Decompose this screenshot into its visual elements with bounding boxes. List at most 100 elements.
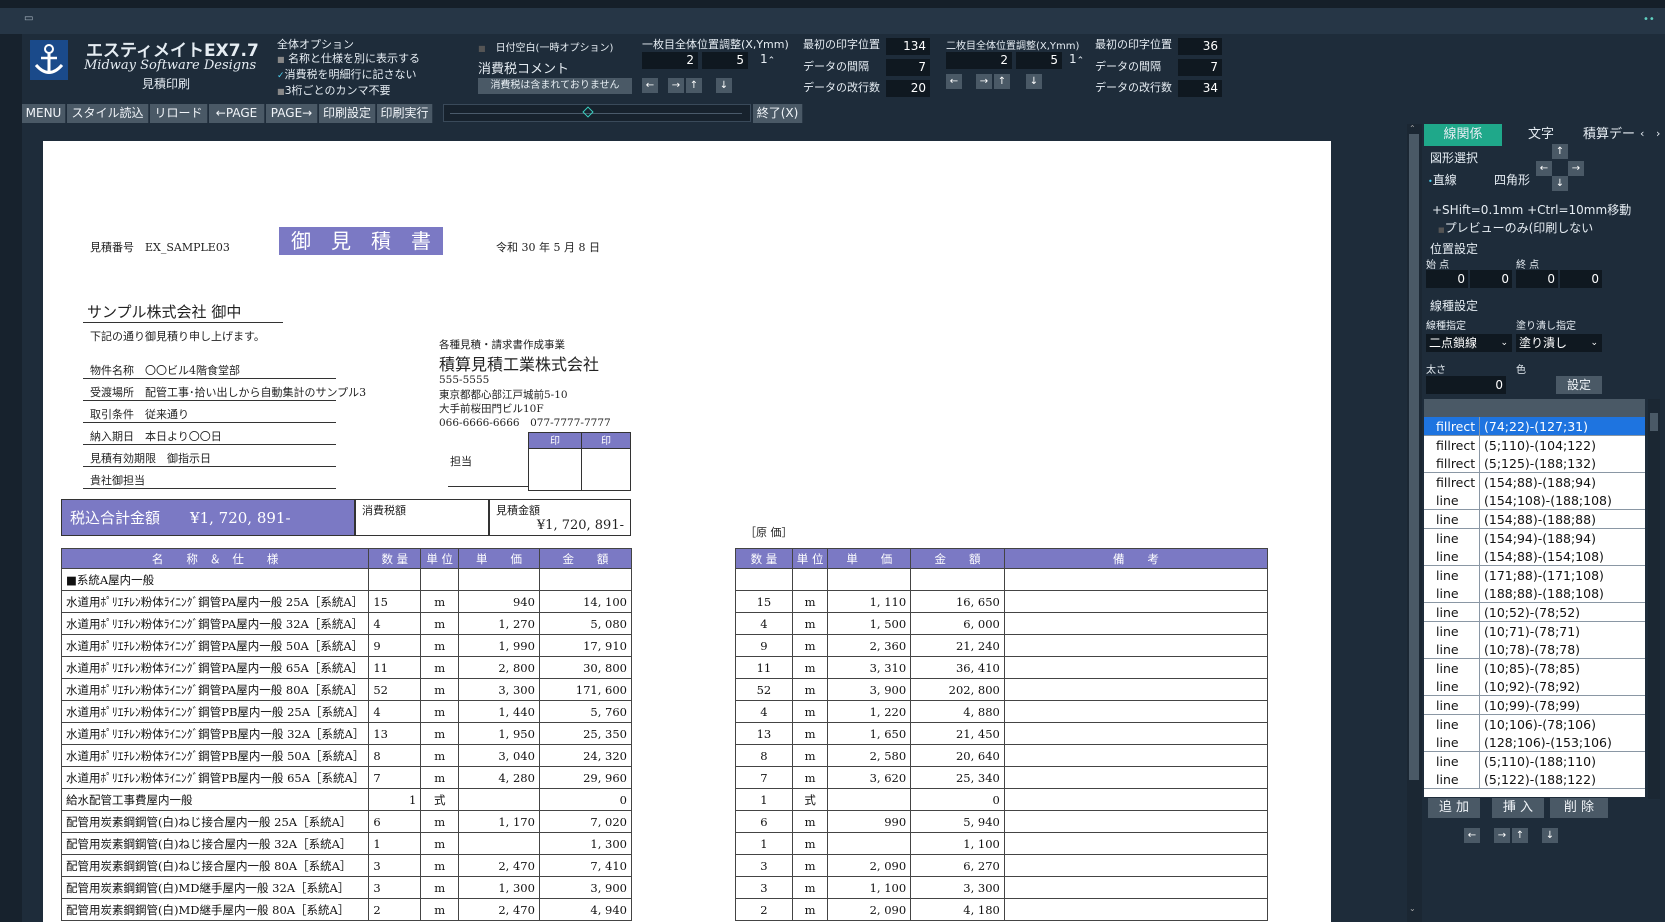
print-execute-button[interactable]: 印刷実行 — [377, 104, 433, 123]
thickness-input[interactable]: 0 — [1426, 376, 1506, 394]
add-button[interactable]: 追 加 — [1428, 798, 1480, 818]
cell-unit: m — [420, 722, 460, 745]
delete-button[interactable]: 削 除 — [1550, 798, 1608, 818]
table-row: 2 m 2, 090 4, 180 — [735, 898, 1269, 921]
page2-x-input[interactable]: 2 — [946, 52, 1012, 69]
list-item[interactable]: line (10;78)-(78;78) — [1424, 640, 1645, 660]
list-left-arrow[interactable]: ← — [1464, 828, 1480, 843]
end-x-input[interactable]: 0 — [1516, 270, 1558, 288]
option-tax-line[interactable]: ✓消費税を明細行に記さない — [277, 66, 417, 82]
page2-spin[interactable]: 1⌃ — [1069, 52, 1084, 66]
scroll-thumb[interactable] — [1409, 134, 1419, 780]
list-item[interactable]: line (154;88)-(188;88) — [1424, 510, 1645, 529]
window-icon[interactable]: ▭ — [24, 13, 33, 24]
list-up-arrow[interactable]: ↑ — [1512, 828, 1528, 843]
list-item[interactable]: line (10;99)-(78;99) — [1424, 696, 1645, 715]
next-page-button[interactable]: PAGE→ — [266, 104, 318, 123]
stamp-box-2 — [581, 448, 631, 491]
list-item[interactable]: fillrect (74;22)-(127;31) — [1424, 417, 1645, 436]
list-item[interactable]: line (10;85)-(78;85) — [1424, 658, 1645, 678]
fill-select[interactable]: 塗り潰し ⌄ — [1516, 334, 1602, 352]
list-item[interactable]: line (10;106)-(78;106) — [1424, 714, 1645, 734]
exit-button[interactable]: 終了(X) — [753, 104, 803, 123]
cell-cprice — [827, 832, 912, 855]
list-item[interactable]: line (154;94)-(188;94) — [1424, 528, 1645, 548]
data-interval-input-2[interactable]: 7 — [1178, 59, 1222, 76]
reload-button[interactable]: リロード — [150, 104, 208, 123]
list-scrollbar[interactable] — [1648, 399, 1660, 799]
page2-down-arrow[interactable]: ↓ — [1026, 74, 1042, 89]
tab-estimate-data[interactable]: 積算デー — [1580, 124, 1638, 146]
list-item[interactable]: line (5;110)-(188;110) — [1424, 751, 1645, 771]
list-item[interactable]: line (10;92)-(78;92) — [1424, 677, 1645, 697]
page2-right-arrow[interactable]: → — [976, 74, 992, 89]
data-interval-input-1[interactable]: 7 — [886, 59, 930, 76]
shape-right-arrow[interactable]: → — [1568, 161, 1584, 176]
prev-page-button[interactable]: ←PAGE — [209, 104, 265, 123]
page1-spin[interactable]: 1⌃ — [760, 52, 775, 66]
shape-rect-radio[interactable]: 四角形 — [1494, 171, 1530, 188]
shape-line-radio[interactable]: •直線 — [1428, 171, 1457, 188]
scroll-down-icon[interactable]: ⌄ — [1409, 904, 1416, 913]
cell-cprice: 2, 090 — [827, 898, 912, 921]
linetype-select[interactable]: 二点鎖線 ⌄ — [1426, 334, 1512, 352]
list-down-arrow[interactable]: ↓ — [1542, 828, 1558, 843]
shape-left-arrow[interactable]: ← — [1536, 161, 1552, 176]
list-item[interactable]: line (128;106)-(153;106) — [1424, 733, 1645, 753]
date-blank-option[interactable]: ■ 日付空白(一時オプション) — [478, 39, 613, 54]
list-item[interactable]: fillrect (5;110)-(104;122) — [1424, 435, 1645, 455]
insert-button[interactable]: 挿 入 — [1492, 798, 1544, 818]
shape-up-arrow[interactable]: ↑ — [1552, 144, 1568, 159]
start-y-input[interactable]: 0 — [1470, 270, 1512, 288]
list-item[interactable]: fillrect (5;125)-(188;132) — [1424, 454, 1645, 474]
end-y-input[interactable]: 0 — [1560, 270, 1602, 288]
page1-up-arrow[interactable]: ↑ — [686, 78, 702, 93]
first-print-pos-input-1[interactable]: 134 — [886, 38, 930, 55]
first-print-pos-input-2[interactable]: 36 — [1178, 38, 1222, 55]
page1-x-input[interactable]: 2 — [642, 52, 698, 69]
shape-list[interactable]: fillrect (74;22)-(127;31) fillrect (5;110)-… — [1424, 417, 1645, 797]
data-lines-input-1[interactable]: 20 — [886, 80, 930, 97]
option-separate[interactable]: ■ 名称と仕様を別に表示する — [277, 50, 420, 66]
list-item[interactable]: line (171;88)-(171;108) — [1424, 565, 1645, 585]
tab-scroll-left-icon[interactable]: ‹ — [1640, 127, 1644, 140]
list-item[interactable]: fillrect (154;88)-(188;94) — [1424, 472, 1645, 492]
option-comma[interactable]: ■3桁ごとのカンマ不要 — [277, 82, 390, 98]
stamp-label-1: 印 — [528, 432, 582, 449]
menu-button[interactable]: MENU — [22, 104, 66, 123]
list-item[interactable]: line (188;88)-(188;108) — [1424, 584, 1645, 604]
list-scroll-thumb[interactable] — [1650, 413, 1658, 431]
print-settings-button[interactable]: 印刷設定 — [319, 104, 376, 123]
list-item[interactable]: line (154;88)-(154;108) — [1424, 547, 1645, 567]
list-item[interactable]: line (10;52)-(78;52) — [1424, 603, 1645, 622]
tab-lines[interactable]: 線関係 — [1424, 124, 1502, 146]
cell-price: 4, 280 — [458, 766, 540, 789]
slider-thumb[interactable] — [582, 106, 594, 118]
scroll-up-icon[interactable]: ⌃ — [1409, 124, 1416, 133]
list-right-arrow[interactable]: → — [1494, 828, 1510, 843]
page2-left-arrow[interactable]: ← — [946, 74, 962, 89]
tab-scroll-right-icon[interactable]: › — [1656, 127, 1660, 140]
style-load-button[interactable]: スタイル読込 — [67, 104, 149, 123]
tab-text[interactable]: 文字 — [1502, 124, 1580, 146]
cell-qty: 13 — [368, 722, 422, 745]
page2-up-arrow[interactable]: ↑ — [994, 74, 1010, 89]
page1-left-arrow[interactable]: ← — [642, 78, 658, 93]
list-item[interactable]: line (5;122)-(188;122) — [1424, 770, 1645, 790]
window-menu-icon[interactable]: •• — [1643, 14, 1655, 25]
page2-y-input[interactable]: 5 — [1016, 52, 1062, 69]
page1-down-arrow[interactable]: ↓ — [716, 78, 732, 93]
list-item[interactable]: line (154;108)-(188;108) — [1424, 491, 1645, 511]
zoom-slider[interactable] — [443, 104, 751, 122]
cell-camount — [910, 568, 1005, 591]
page1-y-input[interactable]: 5 — [702, 52, 748, 69]
data-lines-input-2[interactable]: 34 — [1178, 80, 1222, 97]
preview-only-checkbox[interactable]: ■プレビューのみ(印刷しない — [1438, 219, 1598, 236]
page1-right-arrow[interactable]: → — [668, 78, 684, 93]
tax-comment-field[interactable]: 消費税は含まれておりません — [478, 78, 632, 94]
start-x-input[interactable]: 0 — [1426, 270, 1468, 288]
set-button[interactable]: 設定 — [1556, 376, 1602, 394]
list-item[interactable]: line (10;71)-(78;71) — [1424, 621, 1645, 641]
shape-down-arrow[interactable]: ↓ — [1552, 176, 1568, 191]
preview-scrollbar[interactable]: ⌃ ⌄ — [1407, 124, 1422, 922]
